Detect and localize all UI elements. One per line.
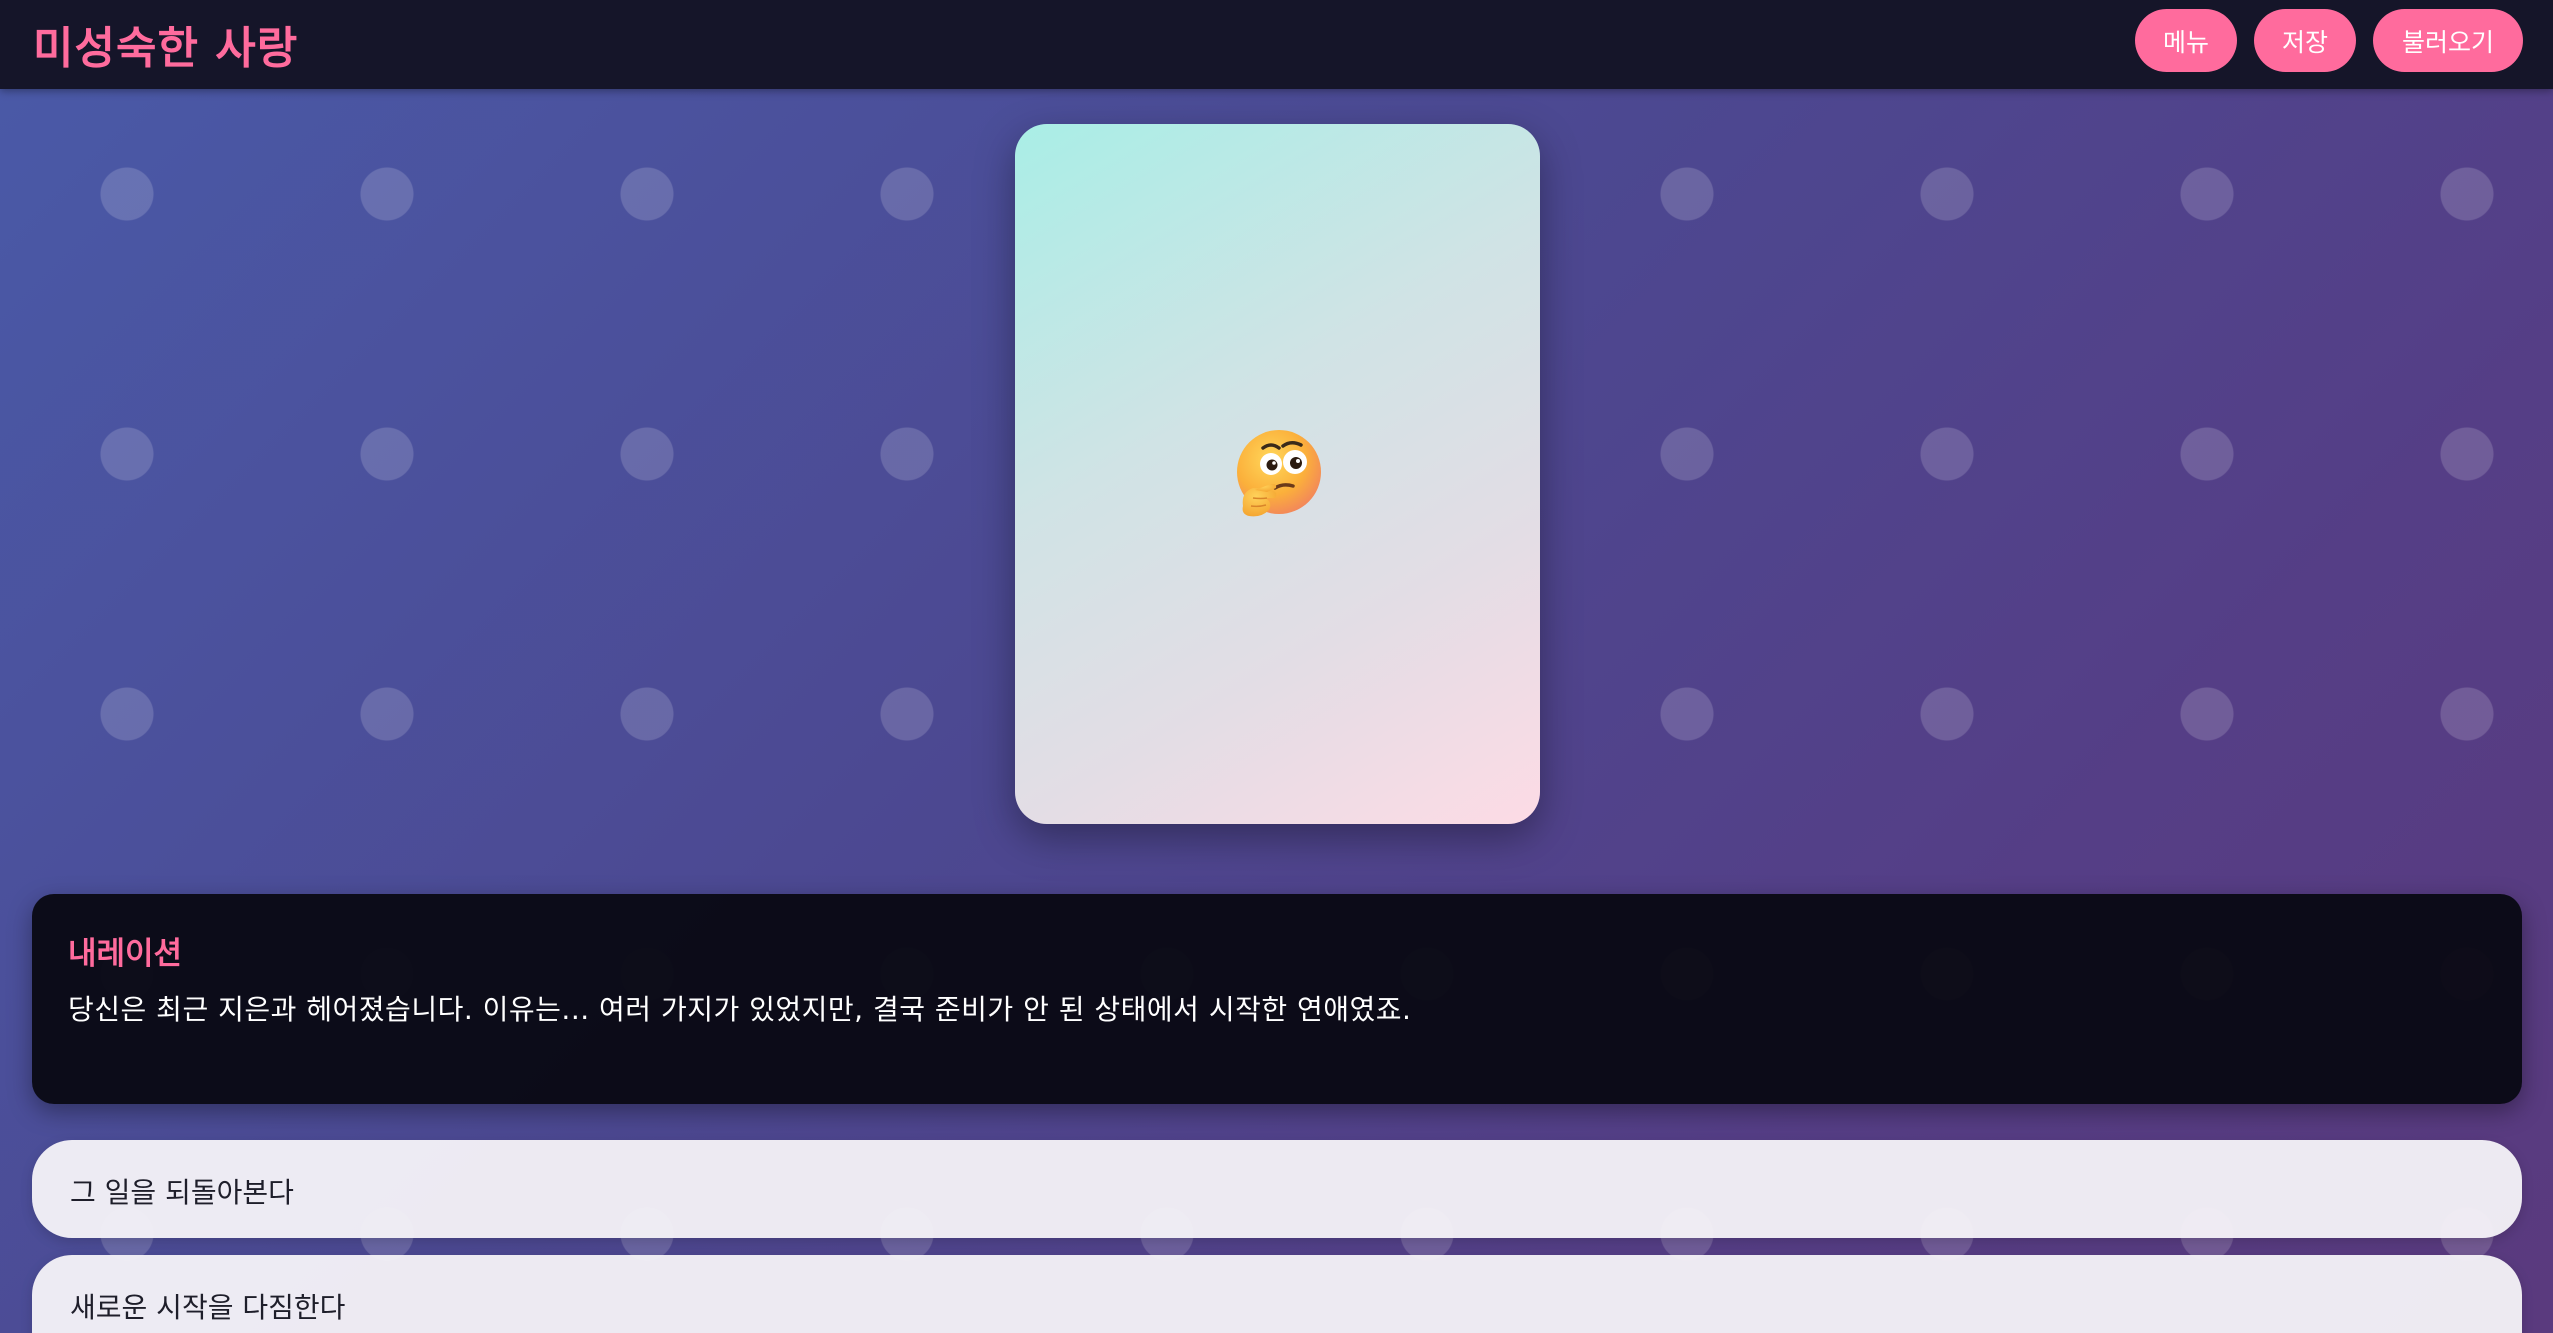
save-button[interactable]: 저장 — [2254, 9, 2356, 72]
choice-label: 새로운 시작을 다짐한다 — [70, 1291, 346, 1324]
choice-label: 그 일을 되돌아본다 — [70, 1176, 294, 1209]
choice-option-2[interactable]: 새로운 시작을 다짐한다 — [32, 1255, 2522, 1333]
menu-button[interactable]: 메뉴 — [2135, 9, 2237, 72]
top-bar: 미성숙한 사랑 메뉴 저장 불러오기 — [0, 0, 2553, 89]
character-portrait-card — [1015, 124, 1540, 824]
game-title: 미성숙한 사랑 — [33, 23, 299, 74]
thinking-face-icon — [1015, 124, 1540, 824]
load-button[interactable]: 불러오기 — [2373, 9, 2523, 72]
dialogue-box: 내레이션 당신은 최근 지은과 헤어졌습니다. 이유는... 여러 가지가 있었… — [32, 894, 2522, 1104]
dialogue-text: 당신은 최근 지은과 헤어졌습니다. 이유는... 여러 가지가 있었지만, 결… — [68, 993, 1412, 1026]
speaker-name: 내레이션 — [68, 936, 183, 972]
choice-option-1[interactable]: 그 일을 되돌아본다 — [32, 1140, 2522, 1238]
game-screen: 미성숙한 사랑 메뉴 저장 불러오기 내레이션 당신은 최근 지은과 헤어졌습니… — [0, 0, 2553, 1333]
